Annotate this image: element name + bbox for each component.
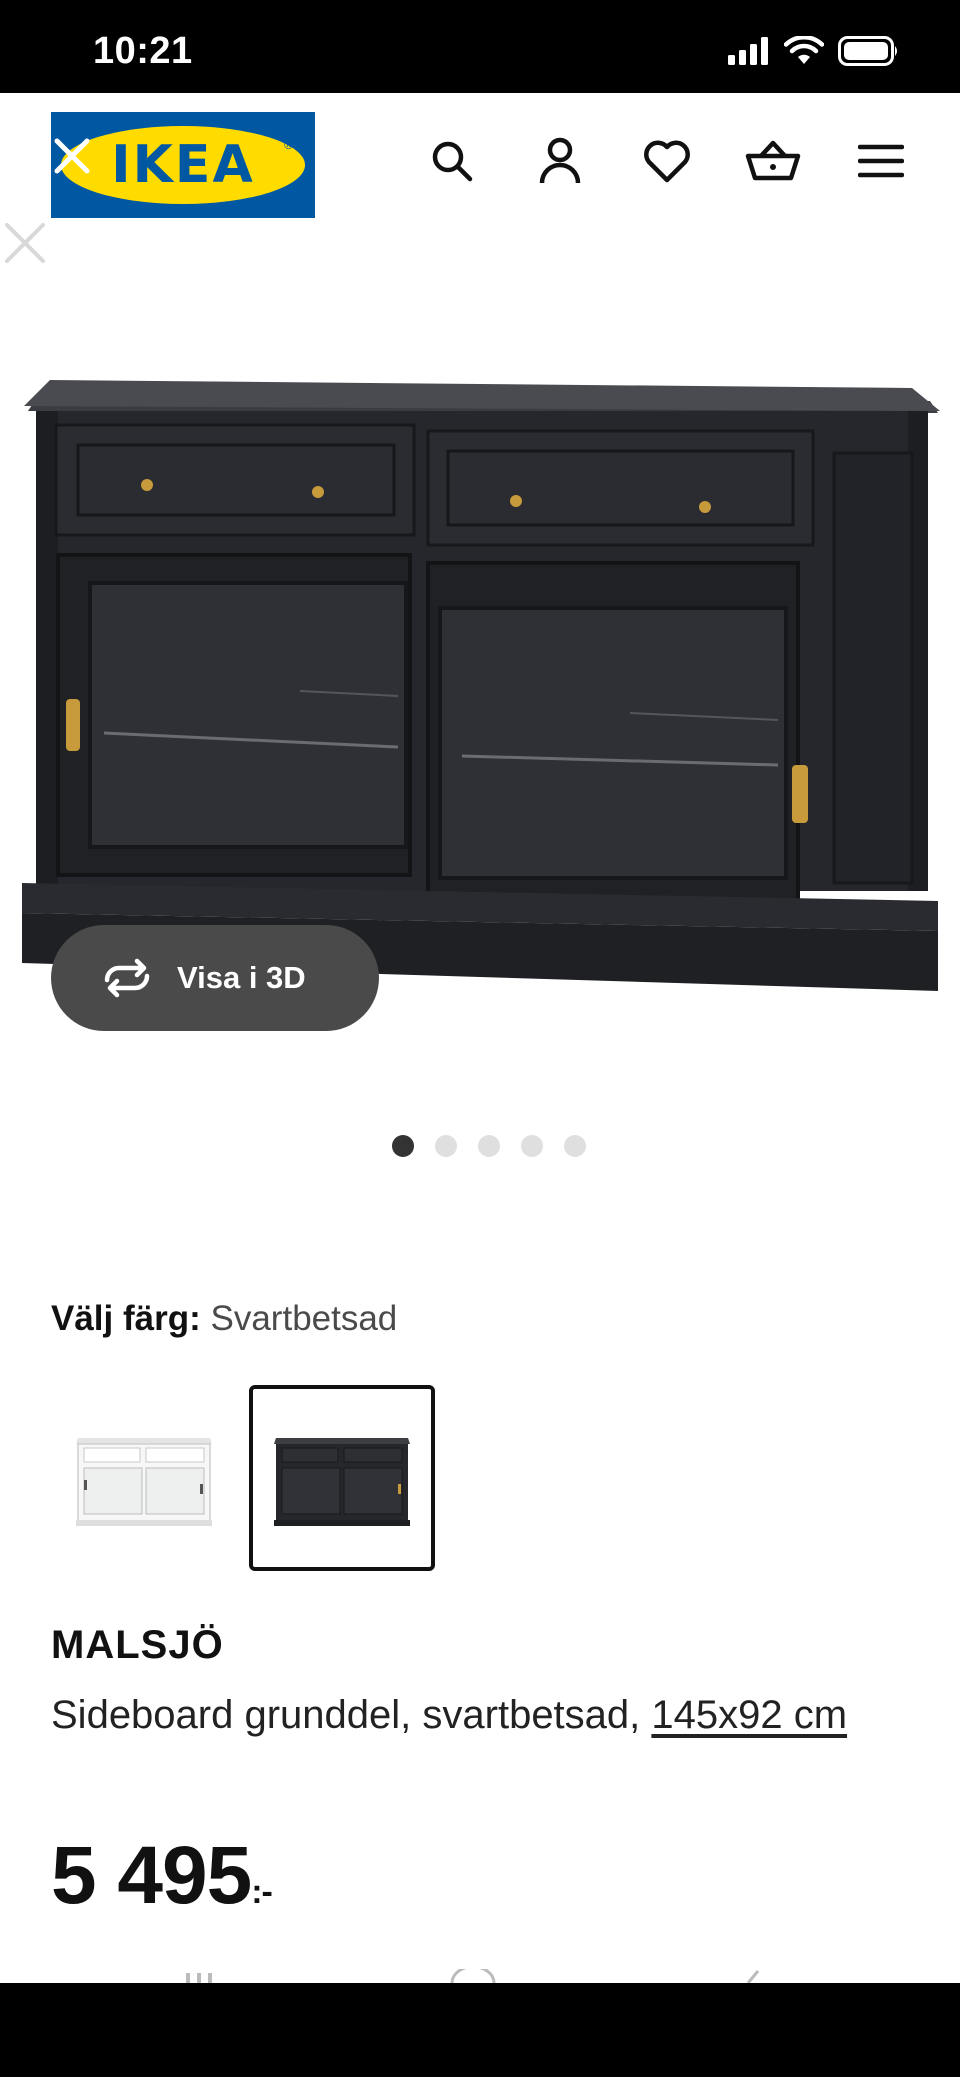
image-pagination [0,1135,960,1157]
registered-mark-icon: ® [284,138,293,152]
menu-button[interactable] [853,133,909,189]
product-dimensions-link[interactable]: 145x92 cm [651,1693,847,1737]
cart-button[interactable] [745,133,801,189]
color-value: Svartbetsad [210,1299,398,1338]
color-option-white[interactable] [51,1385,237,1571]
color-selector-label: Välj färg: Svartbetsad [51,1299,397,1339]
pagination-dot[interactable] [434,1135,457,1157]
wishlist-button[interactable] [639,133,695,189]
account-icon [539,137,581,184]
pagination-dot[interactable] [563,1135,586,1157]
view-in-3d-button[interactable]: Visa i 3D [51,925,379,1031]
pagination-dot[interactable] [477,1135,500,1157]
color-label: Välj färg: [51,1299,201,1338]
heart-icon [644,140,690,183]
color-option-black-brown[interactable] [249,1385,435,1571]
search-button[interactable] [424,133,480,189]
rotate-3d-icon [104,958,150,998]
status-time: 10:21 [93,30,193,72]
status-bar: 10:21 [0,0,960,93]
product-price: 5 495:- [51,1829,273,1923]
status-icons [728,36,900,66]
battery-icon [838,36,897,66]
bottom-nav-peek [186,1969,760,1983]
view-in-3d-label: Visa i 3D [177,960,306,995]
search-icon [432,141,473,182]
price-amount: 5 495 [51,1830,252,1921]
product-description: Sideboard grunddel, svartbetsad, 145x92 … [51,1683,911,1748]
close-icon[interactable] [51,135,93,177]
home-indicator-bar [0,1983,960,2077]
basket-icon [745,140,801,181]
account-button[interactable] [532,133,588,189]
price-suffix: :- [251,1873,273,1911]
product-name: MALSJÖ [51,1623,224,1667]
pagination-dot[interactable] [391,1135,414,1157]
signal-icon [728,37,768,65]
dismiss-icon[interactable] [2,220,48,266]
product-description-text: Sideboard grunddel, svartbetsad, [51,1693,652,1737]
wifi-icon [784,36,824,64]
product-page: IKEA ® Visa i 3D Välj färg: Svartbetsad … [0,93,960,1983]
pagination-dot[interactable] [520,1135,543,1157]
site-header: IKEA ® [0,93,960,223]
white-sideboard-thumbnail [76,1438,212,1526]
black-sideboard-thumbnail [274,1438,410,1526]
menu-icon [858,144,904,178]
